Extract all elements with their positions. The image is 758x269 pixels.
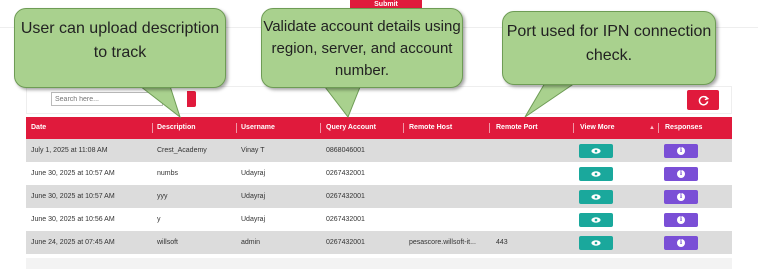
- callout-account: Validate account details using region, s…: [261, 8, 463, 88]
- callout-description: User can upload description to track: [14, 8, 226, 88]
- callout-port: Port used for IPN connection check.: [502, 11, 716, 85]
